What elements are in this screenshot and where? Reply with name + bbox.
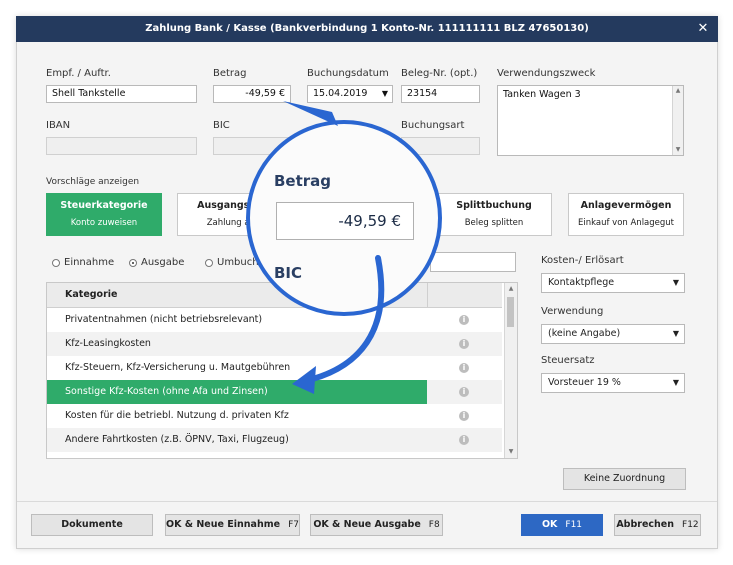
curved-arrow-shaft	[297, 255, 385, 385]
callout-arrows	[283, 101, 385, 394]
pointer-wedge	[283, 101, 338, 126]
arrow-head-icon	[292, 366, 316, 394]
